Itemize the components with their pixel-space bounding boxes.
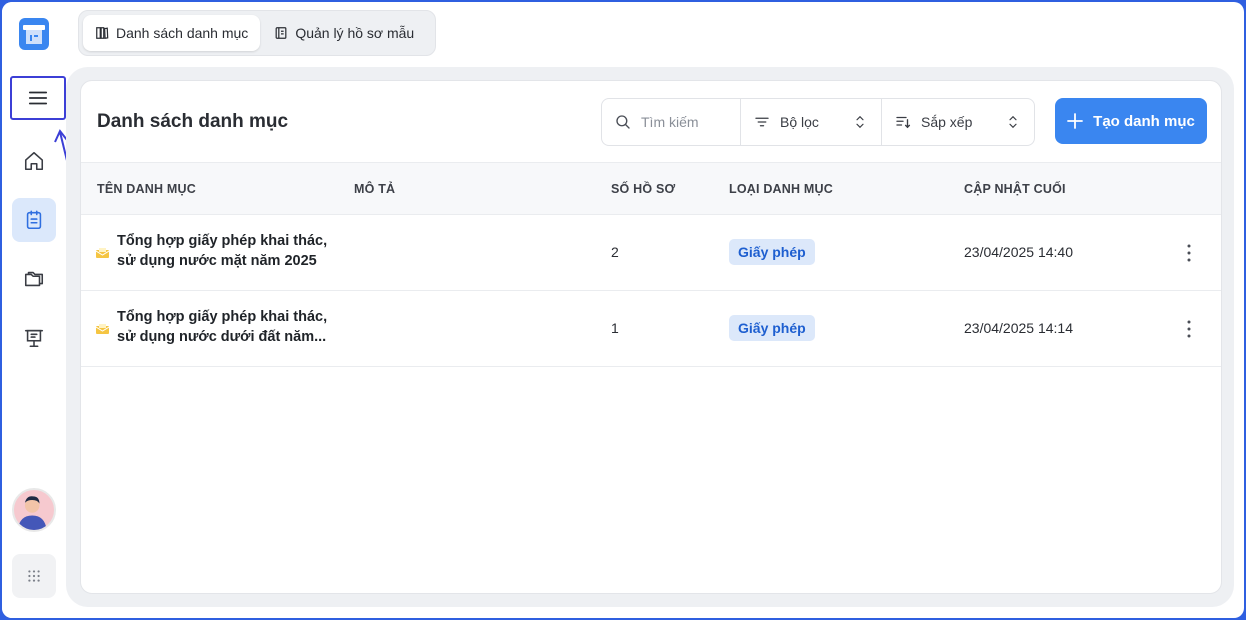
envelope-icon	[96, 248, 109, 258]
folder-icon	[24, 271, 44, 287]
create-label: Tạo danh mục	[1093, 112, 1195, 130]
apps-grid-button[interactable]	[12, 554, 56, 598]
grid-dots-icon	[28, 570, 40, 582]
user-avatar[interactable]	[12, 488, 56, 532]
catalog-card: Danh sách danh mục Tìm kiếm Bộ lọc Sắp x…	[80, 80, 1222, 594]
book-icon	[96, 27, 109, 39]
row-updated: 23/04/2025 14:40	[964, 244, 1073, 260]
filter-button[interactable]: Bộ lọc	[740, 99, 881, 145]
row-type-badge: Giấy phép	[729, 239, 815, 265]
column-header-count[interactable]: SỐ HỒ SƠ	[611, 182, 675, 196]
presentation-icon	[24, 329, 44, 348]
column-header-name[interactable]: TÊN DANH MỤC	[97, 182, 196, 196]
row-name: Tổng hợp giấy phép khai thác, sử dụng nư…	[117, 233, 328, 269]
sidebar-item-catalog[interactable]	[12, 198, 56, 242]
row-count: 2	[611, 244, 619, 260]
chevron-up-down-icon	[856, 115, 864, 129]
home-icon	[24, 151, 44, 171]
sidebar-item-folders[interactable]	[12, 257, 56, 301]
plus-icon	[1067, 113, 1084, 129]
row-count: 1	[611, 320, 619, 336]
filter-label: Bộ lọc	[780, 114, 819, 130]
app-window: Danh sách danh mục Quản lý hồ sơ mẫu Dan…	[2, 2, 1244, 618]
more-vertical-icon[interactable]	[1179, 241, 1199, 265]
table-toolbar: Tìm kiếm Bộ lọc Sắp xếp	[601, 98, 1035, 146]
clipboard-icon	[26, 210, 42, 230]
column-header-description[interactable]: MÔ TẢ	[354, 182, 395, 196]
top-tabbar: Danh sách danh mục Quản lý hồ sơ mẫu	[78, 10, 436, 56]
chevron-up-down-icon	[1009, 115, 1017, 129]
sidebar	[2, 2, 83, 618]
tab-quan-ly-ho-so-mau[interactable]: Quản lý hồ sơ mẫu	[262, 15, 426, 51]
more-vertical-icon[interactable]	[1179, 317, 1199, 341]
app-logo-icon[interactable]	[19, 18, 49, 50]
column-header-type[interactable]: LOẠI DANH MỤC	[729, 182, 833, 196]
sidebar-menu-toggle[interactable]	[10, 76, 66, 120]
search-icon	[616, 115, 630, 129]
sidebar-item-home[interactable]	[12, 139, 56, 183]
row-name: Tổng hợp giấy phép khai thác, sử dụng nư…	[117, 309, 328, 345]
table-row[interactable]: Tổng hợp giấy phép khai thác, sử dụng nư…	[81, 291, 1221, 367]
hamburger-icon	[28, 91, 48, 105]
page-title: Danh sách danh mục	[97, 111, 289, 132]
avatar-person-icon	[17, 496, 47, 530]
document-icon	[275, 27, 287, 39]
column-header-updated[interactable]: CẬP NHẬT CUỐI	[964, 182, 1066, 196]
sidebar-item-presentation[interactable]	[12, 316, 56, 360]
tab-danh-sach-danh-muc[interactable]: Danh sách danh mục	[83, 15, 261, 51]
table-row[interactable]: Tổng hợp giấy phép khai thác, sử dụng nư…	[81, 215, 1221, 291]
table-header: TÊN DANH MỤC MÔ TẢ SỐ HỒ SƠ LOẠI DANH MỤ…	[81, 162, 1221, 215]
search-placeholder: Tìm kiếm	[641, 114, 699, 130]
tab-label: Quản lý hồ sơ mẫu	[295, 25, 415, 41]
envelope-icon	[96, 324, 109, 334]
search-input[interactable]: Tìm kiếm	[602, 99, 740, 145]
tab-label: Danh sách danh mục	[116, 25, 249, 41]
sort-label: Sắp xếp	[921, 114, 973, 130]
row-type-badge: Giấy phép	[729, 315, 815, 341]
create-catalog-button[interactable]: Tạo danh mục	[1055, 98, 1207, 144]
sort-icon	[896, 116, 911, 129]
filter-icon	[755, 117, 769, 127]
row-updated: 23/04/2025 14:14	[964, 320, 1073, 336]
sort-button[interactable]: Sắp xếp	[881, 99, 1034, 145]
